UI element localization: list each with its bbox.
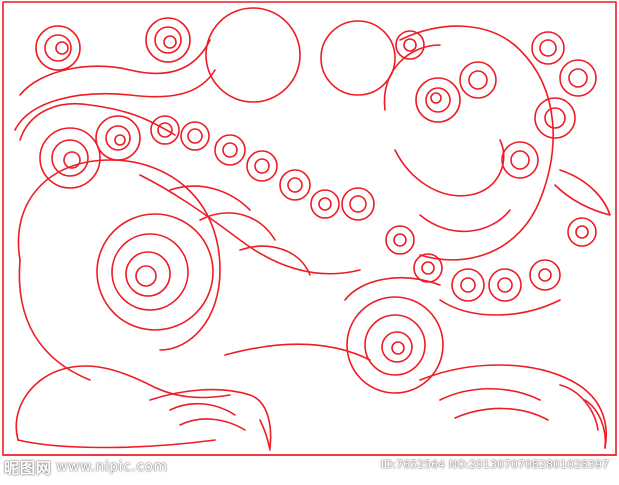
lion-papercut-artwork [2, 1, 617, 456]
watermark-id: ID:7652564 NO:20130707082801028397 [380, 458, 609, 471]
leg-swirl-right [344, 277, 444, 394]
canvas: 昵图网 www.nipic.com ID:7652564 NO:20130707… [0, 0, 619, 485]
mane-curls-right [501, 31, 597, 247]
lion-head [383, 25, 611, 261]
watermark-logo: 昵图网 [4, 458, 53, 477]
watermark-left: 昵图网 www.nipic.com [4, 456, 168, 478]
mane-swirls-left [19, 103, 176, 189]
pearl-ball-small [320, 20, 396, 96]
pearl-ball [205, 7, 301, 103]
cloud-curls-top-left [14, 17, 216, 131]
lower-clouds-claws [15, 364, 607, 451]
collar-beads [385, 225, 561, 316]
watermark-url: www.nipic.com [56, 459, 168, 475]
bead-chain [150, 115, 375, 221]
